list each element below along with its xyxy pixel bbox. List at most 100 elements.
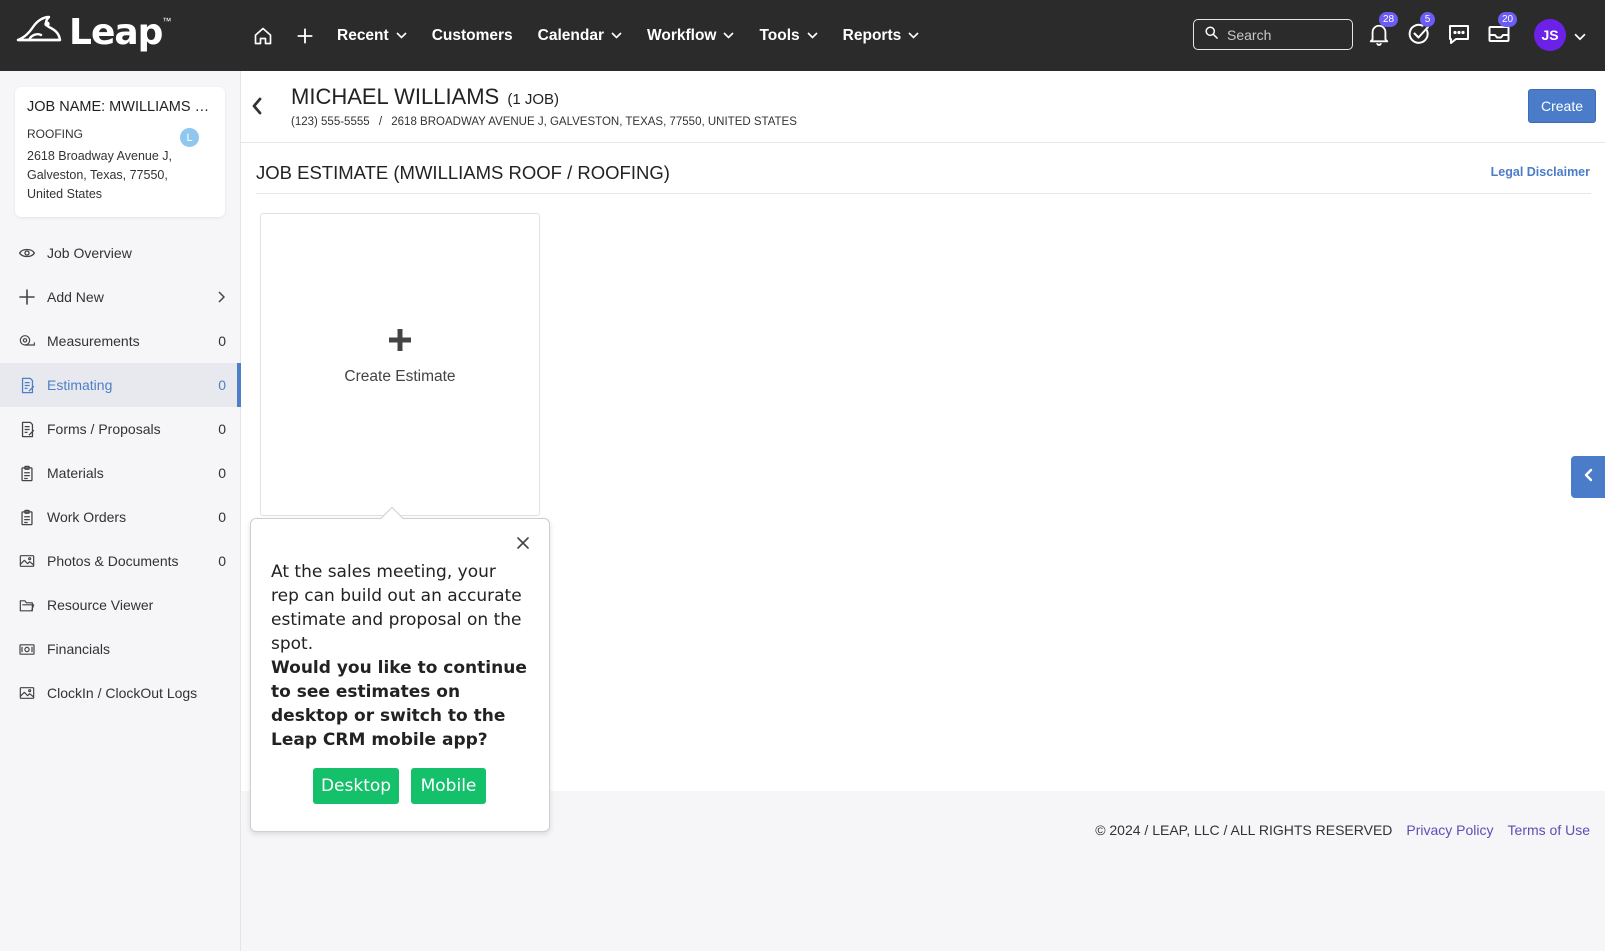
top-navigation-bar: Leap ™ Recent Customers Calendar Workflo… (0, 0, 1605, 71)
chevron-down-icon (396, 32, 407, 39)
desktop-button[interactable]: Desktop (313, 768, 399, 804)
back-chevron-left-icon[interactable] (251, 97, 263, 120)
sidebar-item-label: Add New (47, 289, 104, 305)
chevron-down-icon (807, 32, 818, 39)
chat-button[interactable] (1447, 22, 1471, 51)
sidebar-item-work-orders[interactable]: Work Orders 0 (0, 495, 241, 539)
sidebar-item-label: Resource Viewer (47, 597, 154, 613)
sidebar-item-label: Job Overview (47, 245, 132, 261)
nav-reports-label: Reports (842, 26, 902, 44)
estimate-icon (19, 377, 35, 393)
job-name: JOB NAME: MWILLIAMS ROOF (27, 99, 213, 115)
folder-icon (19, 597, 35, 613)
info-separator: / (378, 116, 383, 128)
customer-name-line: MICHAEL WILLIAMS (1 JOB) (291, 84, 559, 110)
popover-actions: Desktop Mobile (313, 768, 486, 804)
sidebar-item-count: 0 (218, 421, 226, 437)
envelope-icon (1487, 26, 1511, 50)
leap-logo[interactable]: Leap ™ (15, 12, 171, 53)
tasks-badge: 5 (1420, 12, 1435, 27)
customer-header: MICHAEL WILLIAMS (1 JOB) (123) 555-5555 … (241, 71, 1605, 143)
quick-add-plus-icon[interactable] (295, 26, 315, 46)
sidebar-item-resource-viewer[interactable]: Resource Viewer (0, 583, 241, 627)
mobile-button[interactable]: Mobile (411, 768, 486, 804)
sidebar-item-clockin-logs[interactable]: ClockIn / ClockOut Logs (0, 671, 241, 715)
job-address-line-2: Galveston, Texas, 77550, (27, 168, 168, 182)
search-input[interactable] (1227, 26, 1347, 43)
sidebar-item-materials[interactable]: Materials 0 (0, 451, 241, 495)
messages-badge: 20 (1498, 12, 1518, 27)
sidebar-item-estimating[interactable]: Estimating 0 (0, 363, 241, 407)
main-nav: Recent Customers Calendar Workflow Tools… (253, 0, 944, 71)
global-search[interactable] (1193, 19, 1353, 50)
leap-logo-text: Leap (69, 12, 163, 53)
create-button[interactable]: Create (1528, 89, 1596, 123)
sidebar-item-financials[interactable]: Financials (0, 627, 241, 671)
popover-description: At the sales meeting, your rep can build… (271, 562, 522, 654)
sidebar-item-label: Photos & Documents (47, 553, 179, 569)
chevron-right-icon (218, 291, 225, 303)
plus-icon (19, 289, 35, 305)
terms-of-use-link[interactable]: Terms of Use (1508, 822, 1590, 838)
job-address: 2618 Broadway Avenue J, Galveston, Texas… (27, 147, 213, 204)
nav-workflow[interactable]: Workflow (647, 26, 735, 45)
eye-icon (19, 245, 35, 261)
chat-icon (1447, 25, 1471, 50)
tasks-button[interactable]: 5 (1407, 12, 1435, 51)
notifications-bell[interactable]: 28 (1368, 12, 1399, 51)
trademark-symbol: ™ (162, 15, 172, 26)
sidebar-item-count: 0 (218, 553, 226, 569)
close-icon[interactable] (517, 536, 529, 554)
chevron-down-icon[interactable] (1574, 28, 1586, 46)
nav-calendar[interactable]: Calendar (538, 27, 622, 45)
nav-calendar-label: Calendar (537, 26, 604, 44)
sidebar-item-count: 0 (218, 333, 226, 349)
customer-contact-line: (123) 555-5555 / 2618 BROADWAY AVENUE J,… (291, 116, 797, 128)
job-address-line-3: United States (27, 187, 103, 201)
home-icon[interactable] (253, 26, 273, 46)
job-address-line-1: 2618 Broadway Avenue J, (27, 149, 173, 163)
sidebar-item-label: Materials (47, 465, 104, 481)
nav-tools[interactable]: Tools (759, 27, 818, 45)
nav-customers-label: Customers (431, 26, 513, 44)
image-icon (19, 553, 35, 569)
sidebar-item-photos-documents[interactable]: Photos & Documents 0 (0, 539, 241, 583)
user-avatar[interactable]: JS (1534, 19, 1566, 51)
customer-name[interactable]: MICHAEL WILLIAMS (291, 84, 499, 109)
job-sidebar: JOB NAME: MWILLIAMS ROOF ROOFING L 2618 … (0, 71, 241, 951)
chevron-down-icon (611, 32, 622, 39)
job-summary-card: JOB NAME: MWILLIAMS ROOF ROOFING L 2618 … (15, 87, 225, 217)
nav-customers[interactable]: Customers (432, 27, 513, 45)
nav-recent[interactable]: Recent (337, 27, 407, 45)
notifications-badge: 28 (1379, 12, 1399, 27)
sidebar-item-forms-proposals[interactable]: Forms / Proposals 0 (0, 407, 241, 451)
footer: © 2024 / LEAP, LLC / ALL RIGHTS RESERVED… (1095, 822, 1590, 838)
sidebar-item-add-new[interactable]: Add New (0, 275, 241, 319)
sidebar-item-label: Financials (47, 641, 111, 657)
create-estimate-card[interactable]: Create Estimate (260, 213, 540, 516)
forms-icon (19, 421, 35, 437)
sidebar-item-count: 0 (218, 377, 226, 393)
sidebar-item-job-overview[interactable]: Job Overview (0, 231, 241, 275)
privacy-policy-link[interactable]: Privacy Policy (1406, 822, 1493, 838)
messages-button[interactable]: 20 (1487, 12, 1518, 51)
nav-reports[interactable]: Reports (843, 27, 920, 45)
mobile-app-popover: At the sales meeting, your rep can build… (250, 506, 550, 832)
nav-workflow-label: Workflow (647, 26, 717, 44)
sidebar-menu: Job Overview Add New Measurements 0 Esti… (0, 231, 241, 715)
job-status-badge: L (180, 128, 199, 147)
bell-icon (1368, 24, 1390, 50)
nav-recent-label: Recent (337, 26, 389, 44)
sidebar-item-measurements[interactable]: Measurements 0 (0, 319, 241, 363)
chevron-left-icon (1584, 468, 1593, 487)
legal-disclaimer-link[interactable]: Legal Disclaimer (1491, 165, 1590, 179)
create-estimate-label: Create Estimate (344, 368, 456, 385)
customer-phone[interactable]: (123) 555-5555 (291, 116, 370, 128)
sidebar-item-label: Work Orders (47, 509, 127, 525)
side-panel-toggle[interactable] (1571, 456, 1605, 498)
measuring-tape-icon (19, 333, 35, 349)
chevron-down-icon (723, 32, 735, 39)
plus-icon (261, 324, 539, 358)
clipboard-icon (19, 509, 35, 525)
popover-message: At the sales meeting, your rep can build… (271, 560, 529, 752)
